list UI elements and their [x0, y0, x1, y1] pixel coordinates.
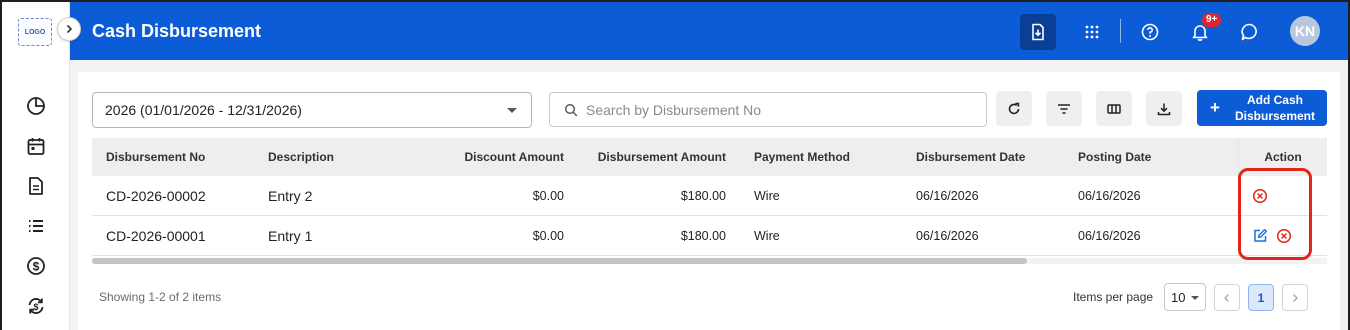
file-download-icon	[1032, 23, 1044, 41]
chevron-right-icon	[66, 24, 73, 34]
column-header[interactable]: Discount Amount	[422, 138, 564, 176]
showing-count: Showing 1-2 of 2 items	[99, 290, 222, 304]
dollar-circle-icon: $	[27, 257, 45, 275]
scrollbar-thumb[interactable]	[92, 258, 1027, 264]
posting-date-cell: 06/16/2026	[1078, 228, 1141, 243]
add-cash-disbursement-button[interactable]: + Add Cash Disbursement	[1197, 90, 1327, 126]
apps-button[interactable]	[1074, 14, 1110, 50]
logo: LOGO	[18, 18, 52, 46]
column-header[interactable]: Description	[268, 138, 334, 176]
period-select[interactable]: 2026 (01/01/2026 - 12/31/2026)	[92, 92, 532, 128]
disbursement-no-cell: CD-2026-00001	[106, 227, 206, 244]
columns-button[interactable]	[1096, 91, 1132, 126]
next-page-button[interactable]	[1282, 284, 1308, 311]
dropdown-arrow-icon	[507, 108, 517, 113]
chat-button[interactable]	[1232, 14, 1268, 50]
refresh-button[interactable]	[996, 91, 1032, 126]
table-footer: Showing 1-2 of 2 items Items per page 10…	[92, 280, 1327, 314]
column-header[interactable]: Payment Method	[754, 138, 850, 176]
items-per-page-select[interactable]: 10	[1164, 283, 1206, 311]
disbursement-amount-cell: $180.00	[680, 188, 726, 203]
disbursement-date-cell: 06/16/2026	[916, 188, 979, 203]
sidebar-item-list[interactable]	[2, 206, 70, 246]
export-button[interactable]	[1146, 91, 1182, 126]
disbursement-date-cell: 06/16/2026	[916, 228, 979, 243]
help-button[interactable]	[1132, 14, 1168, 50]
description-cell: Entry 2	[268, 187, 313, 204]
notification-badge: 9+	[1202, 13, 1222, 27]
column-header[interactable]: Disbursement Date	[916, 138, 1025, 176]
user-avatar[interactable]: KN	[1290, 16, 1320, 46]
search-icon	[564, 103, 578, 116]
column-header[interactable]: Posting Date	[1078, 138, 1151, 176]
column-header[interactable]: Disbursement No	[106, 138, 205, 176]
refresh-icon	[1008, 102, 1020, 114]
download-icon	[1157, 103, 1171, 115]
top-header: Cash Disbursement 9+ KN	[70, 2, 1348, 60]
table-row[interactable]: CD-2026-00001 Entry 1 $0.00 $180.00 Wire…	[92, 216, 1327, 256]
items-per-page-value: 10	[1171, 289, 1186, 305]
table-row[interactable]: CD-2026-00002 Entry 2 $0.00 $180.00 Wire…	[92, 176, 1327, 216]
sidebar-nav: $ $	[2, 86, 70, 326]
sidebar-item-payments[interactable]: $	[2, 246, 70, 286]
calendar-icon	[27, 138, 45, 155]
plus-icon: +	[1210, 98, 1220, 117]
action-highlight-annotation	[1238, 168, 1312, 260]
notifications-button[interactable]: 9+	[1182, 13, 1222, 50]
filter-icon	[1058, 103, 1070, 114]
column-header: Action	[1264, 150, 1302, 164]
sidebar-item-dashboard[interactable]	[2, 86, 70, 126]
payment-method-cell: Wire	[754, 188, 780, 203]
page-title: Cash Disbursement	[92, 21, 262, 41]
page-button-current[interactable]: 1	[1248, 284, 1274, 311]
sidebar-toggle-button[interactable]	[57, 17, 81, 41]
add-button-label: Add Cash Disbursement	[1234, 93, 1316, 123]
sidebar-item-exchange[interactable]: $	[2, 286, 70, 326]
search-box[interactable]	[549, 92, 987, 127]
items-per-page-label: Items per page	[1073, 290, 1154, 304]
sidebar: LOGO $ $	[2, 2, 70, 330]
posting-date-cell: 06/16/2026	[1078, 188, 1141, 203]
content-card: 2026 (01/01/2026 - 12/31/2026) + Add Cas…	[78, 72, 1340, 330]
header-divider	[1120, 19, 1121, 43]
svg-text:$: $	[33, 302, 38, 312]
column-header[interactable]: Disbursement Amount	[572, 138, 726, 176]
period-select-value: 2026 (01/01/2026 - 12/31/2026)	[105, 102, 302, 118]
prev-page-button[interactable]	[1214, 284, 1240, 311]
sidebar-item-calendar[interactable]	[2, 126, 70, 166]
payment-method-cell: Wire	[754, 228, 780, 243]
columns-icon	[1107, 103, 1121, 114]
filter-button[interactable]	[1046, 91, 1082, 126]
document-icon	[29, 177, 43, 195]
sidebar-item-documents[interactable]	[2, 166, 70, 206]
description-cell: Entry 1	[268, 227, 313, 244]
disbursement-table: Disbursement No Description Discount Amo…	[92, 138, 1327, 256]
search-input[interactable]	[586, 101, 966, 118]
currency-exchange-icon: $	[28, 298, 44, 314]
help-icon	[1141, 23, 1159, 41]
horizontal-scrollbar[interactable]	[92, 258, 1327, 264]
table-header: Disbursement No Description Discount Amo…	[92, 138, 1327, 176]
chat-bubble-icon	[1241, 23, 1257, 41]
discount-amount-cell: $0.00	[532, 188, 564, 203]
chevron-right-icon	[1293, 293, 1298, 302]
list-icon	[29, 220, 43, 232]
import-button[interactable]	[1020, 14, 1056, 50]
apps-grid-icon	[1085, 25, 1099, 39]
disbursement-amount-cell: $180.00	[680, 228, 726, 243]
chevron-left-icon	[1224, 293, 1229, 302]
discount-amount-cell: $0.00	[532, 228, 564, 243]
dropdown-arrow-icon	[1191, 296, 1199, 300]
disbursement-no-cell: CD-2026-00002	[106, 187, 206, 204]
pie-chart-icon	[27, 97, 45, 115]
svg-text:$: $	[33, 260, 40, 274]
